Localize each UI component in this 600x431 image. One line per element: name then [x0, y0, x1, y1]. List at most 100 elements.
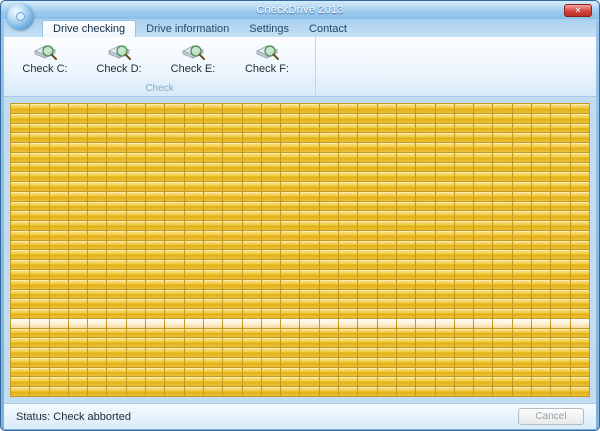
tab-settings[interactable]: Settings	[239, 21, 299, 37]
disk-block	[69, 143, 87, 152]
disk-block	[455, 280, 473, 289]
disk-block	[358, 153, 376, 162]
disk-block	[532, 280, 550, 289]
tab-contact[interactable]: Contact	[299, 21, 357, 37]
disk-block	[88, 104, 106, 113]
disk-block	[262, 270, 280, 279]
disk-block	[185, 192, 203, 201]
disk-block-active	[11, 319, 29, 328]
disk-block-active	[436, 319, 454, 328]
tab-drive-checking[interactable]: Drive checking	[42, 20, 136, 37]
disk-block	[397, 231, 415, 240]
check-c-button[interactable]: Check C:	[8, 40, 82, 76]
disk-block	[358, 211, 376, 220]
disk-block	[571, 250, 589, 259]
disk-block	[127, 202, 145, 211]
disk-block	[378, 290, 396, 299]
disk-block	[127, 368, 145, 377]
disk-block	[474, 338, 492, 347]
disk-block	[88, 192, 106, 201]
check-group: Check C: Check D:	[4, 37, 316, 96]
disk-block	[262, 114, 280, 123]
disk-block	[127, 250, 145, 259]
disk-block	[146, 241, 164, 250]
disk-block	[571, 299, 589, 308]
check-e-button[interactable]: Check E:	[156, 40, 230, 76]
disk-block	[127, 221, 145, 230]
disk-block	[165, 358, 183, 367]
disk-block	[320, 231, 338, 240]
disk-block	[416, 192, 434, 201]
disk-block-active	[165, 319, 183, 328]
disk-block	[11, 133, 29, 142]
disk-block	[223, 231, 241, 240]
disk-block	[532, 104, 550, 113]
disk-block	[493, 338, 511, 347]
disk-block	[551, 290, 569, 299]
disk-block	[69, 387, 87, 396]
disk-block	[281, 368, 299, 377]
disk-block	[30, 153, 48, 162]
disk-block	[339, 290, 357, 299]
disk-block	[513, 241, 531, 250]
disk-block	[532, 338, 550, 347]
disk-block	[127, 338, 145, 347]
disk-block	[11, 153, 29, 162]
disk-block	[339, 329, 357, 338]
disk-block	[416, 124, 434, 133]
disk-block	[436, 231, 454, 240]
disk-block	[513, 368, 531, 377]
disk-block	[551, 250, 569, 259]
disk-block	[436, 192, 454, 201]
disk-block	[127, 299, 145, 308]
disk-block	[30, 290, 48, 299]
disk-block	[532, 270, 550, 279]
check-group-buttons: Check C: Check D:	[4, 37, 315, 76]
disk-block	[436, 309, 454, 318]
disk-block	[88, 182, 106, 191]
disk-block	[223, 329, 241, 338]
disk-block	[69, 329, 87, 338]
disk-block	[281, 163, 299, 172]
disk-block-active	[551, 319, 569, 328]
disk-block	[50, 368, 68, 377]
disk-block	[50, 377, 68, 386]
tab-drive-information[interactable]: Drive information	[136, 21, 239, 37]
disk-block	[165, 387, 183, 396]
disk-block	[358, 172, 376, 181]
disk-block	[455, 124, 473, 133]
disk-block	[69, 290, 87, 299]
disk-block	[320, 221, 338, 230]
disk-block	[455, 211, 473, 220]
cancel-button[interactable]: Cancel	[518, 408, 584, 425]
disk-block	[88, 309, 106, 318]
disk-block	[513, 211, 531, 220]
disk-block	[474, 143, 492, 152]
disk-block	[50, 163, 68, 172]
check-group-label: Check	[4, 83, 315, 96]
disk-block	[378, 377, 396, 386]
check-f-button[interactable]: Check F:	[230, 40, 304, 76]
disk-block	[11, 241, 29, 250]
disk-block	[416, 348, 434, 357]
disk-block	[204, 182, 222, 191]
check-d-button[interactable]: Check D:	[82, 40, 156, 76]
block-grid	[10, 103, 590, 397]
disk-block	[69, 211, 87, 220]
disk-block	[320, 202, 338, 211]
disk-block	[551, 241, 569, 250]
disk-block	[50, 192, 68, 201]
disk-block	[551, 338, 569, 347]
disk-block	[416, 368, 434, 377]
disk-block	[50, 221, 68, 230]
close-button[interactable]: ✕	[564, 4, 592, 17]
disk-block	[185, 241, 203, 250]
disk-block	[493, 309, 511, 318]
disk-block	[204, 114, 222, 123]
disk-block	[320, 163, 338, 172]
disk-block	[262, 221, 280, 230]
disk-block	[165, 270, 183, 279]
disk-block	[571, 133, 589, 142]
disk-block	[378, 221, 396, 230]
disk-block	[107, 182, 125, 191]
